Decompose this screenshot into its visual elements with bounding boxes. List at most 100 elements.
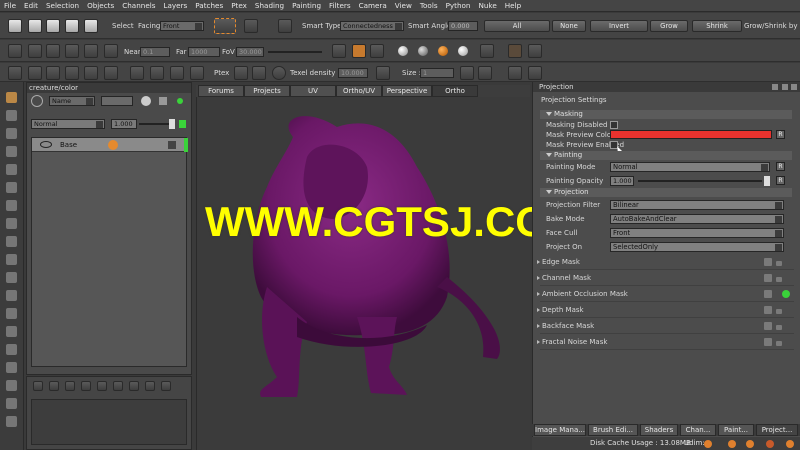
painting-opacity-input[interactable]: 1.000 xyxy=(610,176,634,186)
menu-python[interactable]: Python xyxy=(442,1,475,10)
warning-icon[interactable] xyxy=(766,440,774,448)
target-icon[interactable] xyxy=(728,440,736,448)
tab-paint[interactable]: Paint... xyxy=(718,424,754,436)
eye-icon[interactable] xyxy=(40,141,52,148)
tab-brush-editor[interactable]: Brush Edi... xyxy=(588,424,638,436)
masking-disabled-checkbox[interactable] xyxy=(610,121,618,129)
texel-density-input[interactable]: 10.000 xyxy=(338,68,368,78)
paint-light-icon[interactable] xyxy=(352,44,366,58)
camera-icon[interactable] xyxy=(84,44,98,58)
tab-shaders[interactable]: Shaders xyxy=(640,424,678,436)
painting-mode-dropdown[interactable]: Normal xyxy=(610,162,770,172)
3d-viewport[interactable] xyxy=(196,97,530,450)
layer-opacity-input[interactable]: 1.000 xyxy=(111,119,137,129)
screen-icon[interactable] xyxy=(104,44,118,58)
shrink-button[interactable]: Shrink xyxy=(692,20,742,32)
bake-mode-dropdown[interactable]: AutoBakeAndClear xyxy=(610,214,784,224)
menu-edit[interactable]: Edit xyxy=(20,1,42,10)
lock-icon[interactable] xyxy=(168,141,176,149)
size-stepper-icon[interactable] xyxy=(460,66,474,80)
panel-float-icon[interactable] xyxy=(772,84,778,90)
eye-lock-icon[interactable] xyxy=(150,66,164,80)
sponge-tool-icon[interactable] xyxy=(6,398,17,409)
fractal-noise-mask-row[interactable]: Fractal Noise Mask xyxy=(537,335,794,350)
masking-section-header[interactable]: Masking xyxy=(540,110,792,119)
layer-filter-dropdown[interactable]: Name xyxy=(49,96,95,106)
backface-mask-row[interactable]: Backface Mask xyxy=(537,319,794,334)
settings-icon[interactable] xyxy=(786,440,794,448)
mask-layer-icon[interactable] xyxy=(81,381,91,391)
fill-tool-icon[interactable] xyxy=(6,236,17,247)
menu-camera[interactable]: Camera xyxy=(355,1,391,10)
eye-hide-icon[interactable] xyxy=(170,66,184,80)
mask-options-icon[interactable] xyxy=(776,277,782,282)
projection-filter-dropdown[interactable]: Bilinear xyxy=(610,200,784,210)
zoom-tool-icon[interactable] xyxy=(6,146,17,157)
tab-ortho-uv[interactable]: Ortho/UV xyxy=(336,85,382,97)
ptex-grid-icon[interactable] xyxy=(234,66,248,80)
layer-options-icon[interactable] xyxy=(159,97,167,105)
eye-icon[interactable] xyxy=(130,66,144,80)
clear-layer-icon[interactable] xyxy=(129,381,139,391)
menu-filters[interactable]: Filters xyxy=(325,1,355,10)
ptex-cross-icon[interactable] xyxy=(252,66,266,80)
tab-uv[interactable]: UV xyxy=(290,85,336,97)
star-icon[interactable] xyxy=(508,44,522,58)
clone-tool-icon[interactable] xyxy=(6,290,17,301)
invert-button[interactable]: Invert xyxy=(590,20,648,32)
add-layer-icon[interactable] xyxy=(33,381,43,391)
transform-tool-icon[interactable] xyxy=(6,182,17,193)
edge-mask-row[interactable]: Edge Mask xyxy=(537,255,794,270)
smart-type-dropdown[interactable]: Connectedness xyxy=(340,21,404,31)
mask-preview-color-swatch[interactable] xyxy=(610,130,772,139)
painting-opacity-slider[interactable] xyxy=(638,180,762,182)
new-file-icon[interactable] xyxy=(8,19,22,33)
menu-nuke[interactable]: Nuke xyxy=(475,1,501,10)
menu-view[interactable]: View xyxy=(391,1,416,10)
menu-layers[interactable]: Layers xyxy=(160,1,192,10)
sphere-orange-icon[interactable] xyxy=(438,46,448,56)
layer-item-base[interactable]: Base xyxy=(32,138,188,152)
eraser-tool-icon[interactable] xyxy=(6,344,17,355)
grow-button[interactable]: Grow xyxy=(650,20,688,32)
mask-options-icon[interactable] xyxy=(776,341,782,346)
panel-menu-icon[interactable] xyxy=(782,84,788,90)
tab-perspective[interactable]: Perspective xyxy=(382,85,432,97)
vertical-move-icon[interactable] xyxy=(84,66,98,80)
udim-orange-icon[interactable] xyxy=(704,440,712,448)
menu-patches[interactable]: Patches xyxy=(191,1,227,10)
tab-image-manager[interactable]: Image Mana... xyxy=(534,424,586,436)
group-layer-icon[interactable] xyxy=(97,381,107,391)
move-tool-icon[interactable] xyxy=(6,164,17,175)
close-icon[interactable] xyxy=(791,84,797,90)
layer-opacity-slider[interactable] xyxy=(139,123,169,125)
cube-icon[interactable] xyxy=(65,44,79,58)
checker-icon[interactable] xyxy=(46,44,60,58)
menu-tools[interactable]: Tools xyxy=(416,1,442,10)
reset-opacity-button[interactable]: R xyxy=(776,176,785,185)
size-reset-icon[interactable] xyxy=(478,66,492,80)
tab-forums[interactable]: Forums xyxy=(198,85,244,97)
menu-objects[interactable]: Objects xyxy=(83,1,118,10)
slider-handle[interactable] xyxy=(169,119,175,129)
mask-options-icon[interactable] xyxy=(776,261,782,266)
facing-dropdown[interactable]: Front xyxy=(160,21,204,31)
down-arrow-icon[interactable] xyxy=(46,66,60,80)
tab-projects[interactable]: Projects xyxy=(244,85,290,97)
grid-icon[interactable] xyxy=(46,19,60,33)
layer-search-input[interactable] xyxy=(101,96,133,106)
menu-file[interactable]: File xyxy=(0,1,20,10)
select-none-button[interactable]: None xyxy=(552,20,586,32)
painting-section-header[interactable]: Painting xyxy=(540,151,792,160)
clear-search-icon[interactable] xyxy=(141,96,151,106)
pin-icon[interactable] xyxy=(528,66,542,80)
undo-icon[interactable] xyxy=(8,66,22,80)
frame-icon[interactable] xyxy=(28,44,42,58)
sphere-grey-icon[interactable] xyxy=(418,46,428,56)
sphere-white-icon[interactable] xyxy=(398,46,408,56)
projection-section-header[interactable]: Projection xyxy=(540,188,792,197)
move-icon[interactable] xyxy=(28,66,42,80)
blend-mode-dropdown[interactable]: Normal xyxy=(31,119,105,129)
record-icon[interactable] xyxy=(746,440,754,448)
dots-grid-icon[interactable] xyxy=(528,44,542,58)
